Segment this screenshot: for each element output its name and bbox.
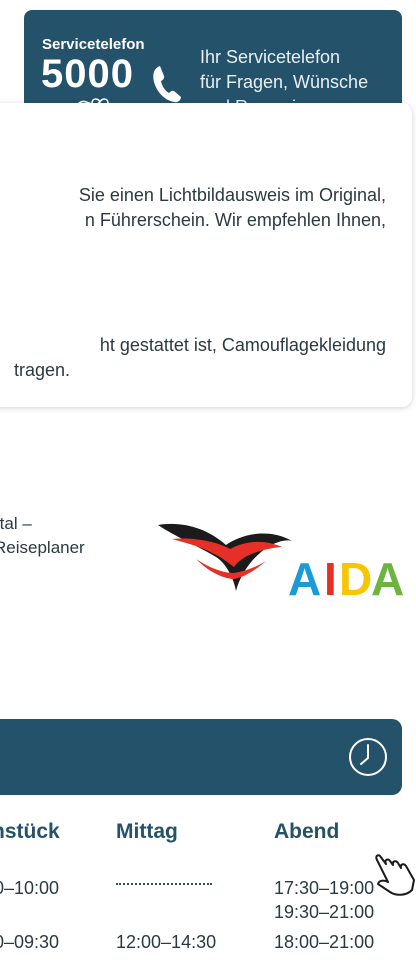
info-paragraph-2: ht gestattet ist, Camouflagekleidung tra… (0, 333, 386, 383)
time-cell: 18:00–21:00 (274, 932, 375, 952)
time-cell: 0–09:30 (0, 932, 60, 952)
info-line: ht gestattet ist, Camouflagekleidung (99, 335, 386, 355)
time-cell: 0–10:00 (0, 878, 60, 898)
no-time-dotted-line (116, 875, 212, 885)
swipe-hand-icon (375, 854, 415, 896)
time-cell: 19:30–21:00 (274, 902, 375, 922)
info-line: tragen. (14, 360, 71, 380)
time-cell: 12:00–14:30 (116, 932, 217, 952)
info-card: Sie einen Lichtbildausweis im Original, … (0, 103, 412, 407)
phone-icon (153, 66, 181, 103)
info-paragraph-1: Sie einen Lichtbildausweis im Original, … (0, 183, 386, 233)
aida-logo-letter: A (288, 553, 321, 603)
service-line: Ihr Servicetelefon (200, 47, 341, 67)
aida-logo[interactable]: A I D A (156, 517, 406, 603)
column-header-mittag: Mittag (116, 820, 178, 843)
info-line: Sie einen Lichtbildausweis im Original, (78, 185, 386, 205)
service-line: für Fragen, Wünsche (200, 72, 369, 92)
aida-logo-letter: I (324, 553, 337, 603)
clock-icon (349, 738, 387, 776)
opening-hours-bar[interactable] (0, 719, 402, 795)
partner-line: Reiseplaner (0, 538, 85, 557)
column-header-fruehstueck: nstück (0, 820, 60, 843)
partner-line: rtal – (0, 514, 32, 533)
aida-logo-letter: D (339, 553, 372, 603)
partner-line: . (0, 560, 85, 584)
aida-logo-letter: A (371, 553, 404, 603)
info-line: n Führerschein. Wir empfehlen Ihnen, (84, 210, 386, 230)
service-label: Servicetelefon (42, 36, 145, 53)
time-cell: 17:30–19:00 (274, 878, 375, 898)
column-header-abend: Abend (274, 820, 340, 843)
partner-text: rtal – Reiseplaner . (0, 512, 85, 584)
service-number: 5000 (41, 52, 134, 96)
